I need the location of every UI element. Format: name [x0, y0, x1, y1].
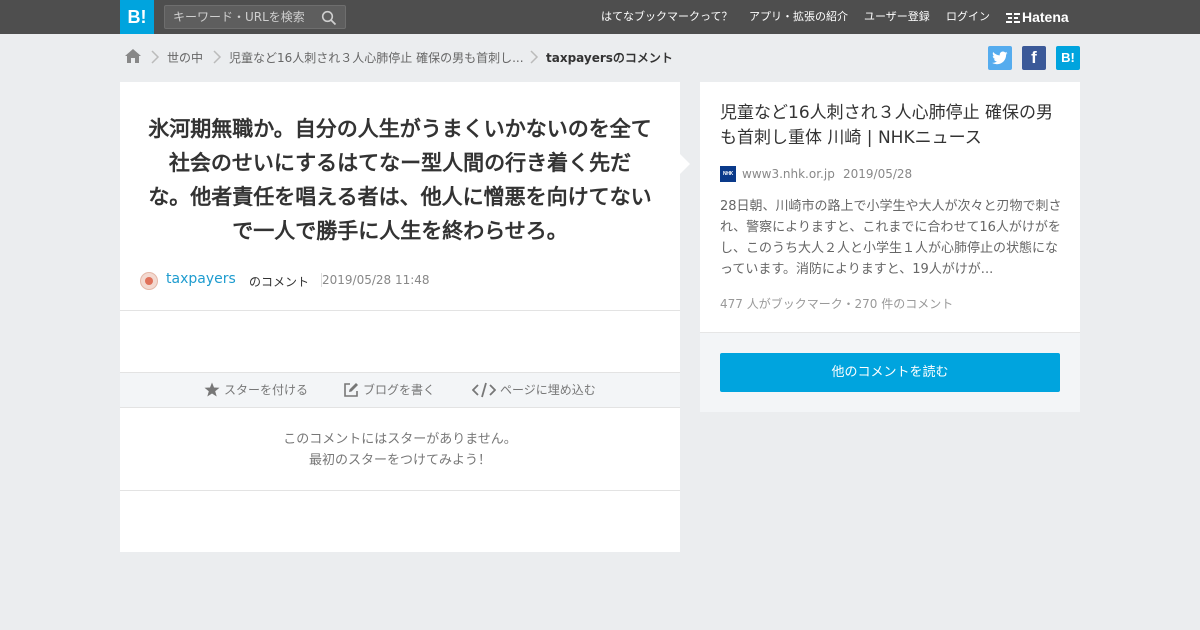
nav-about[interactable]: はてなブックマークって？ [601, 0, 732, 34]
nhk-favicon: NHK [720, 166, 736, 182]
comment-suffix: のコメント [249, 275, 310, 289]
search-icon[interactable] [321, 10, 337, 26]
read-other-comments-button[interactable]: 他のコメントを読む [720, 353, 1060, 392]
hatena-brand-link[interactable]: Hatena [1006, 0, 1069, 34]
star-icon [204, 382, 220, 397]
entry-card: 児童など16人刺され３人心肺停止 確保の男も首刺し重体 川崎 | NHKニュース… [700, 82, 1080, 412]
nav-apps[interactable]: アプリ・拡張の紹介 [749, 0, 848, 34]
code-icon [472, 382, 496, 398]
nav-login[interactable]: ログイン [946, 0, 990, 34]
embed-page-button[interactable]: ページに埋め込む [472, 381, 602, 399]
home-icon[interactable] [124, 47, 142, 65]
comment-text: 氷河期無職か。自分の人生がうまくいかないのを全て社会のせいにするはてなー型人間の… [148, 117, 652, 243]
chevron-right-icon [213, 50, 222, 64]
entry-summary: 28日朝、川崎市の路上で小学生や大人が次々と刃物で刺され、警察によりますと、これ… [720, 199, 1062, 277]
edit-icon [344, 383, 358, 397]
no-star-line2: 最初のスターをつけてみよう！ [308, 453, 491, 468]
hatena-mark-icon [1006, 13, 1020, 24]
hatena-bookmark-logo[interactable]: B! [120, 0, 154, 34]
comment-date[interactable]: 2019/05/28 11:48 [321, 273, 430, 287]
add-star-label: スターを付ける [224, 383, 309, 397]
embed-page-label: ページに埋め込む [500, 383, 596, 397]
no-star-line1: このコメントにはスターがありません。 [283, 432, 517, 447]
breadcrumb-category[interactable]: 世の中 [167, 49, 203, 66]
comment-action-bar: スターを付ける ブログを書く ページに埋め込む [120, 372, 680, 408]
comment-card: 氷河期無職か。自分の人生がうまくいかないのを全て社会のせいにするはてなー型人間の… [120, 82, 690, 552]
breadcrumb-entry[interactable]: 児童など16人刺され３人心肺停止 確保の男も首刺し... [229, 49, 524, 66]
chevron-right-icon [151, 50, 160, 64]
divider [120, 490, 680, 491]
hatena-brand-text: Hatena [1022, 9, 1069, 25]
avatar[interactable] [140, 272, 158, 290]
chevron-right-icon [530, 50, 539, 64]
entry-counts: 477 人がブックマーク・270 件のコメント [720, 297, 954, 311]
twitter-icon [992, 51, 1008, 65]
breadcrumb-current: taxpayersのコメント [546, 51, 673, 65]
comment-user-link[interactable]: taxpayers [166, 271, 236, 287]
add-star-button[interactable]: スターを付ける [204, 381, 314, 399]
search-box [164, 5, 346, 29]
nav-register[interactable]: ユーザー登録 [864, 0, 930, 34]
hatena-bookmark-share-button[interactable]: B! [1056, 46, 1080, 70]
entry-date: 2019/05/28 [843, 167, 913, 181]
write-blog-label: ブログを書く [363, 383, 436, 397]
twitter-share-button[interactable] [988, 46, 1012, 70]
entry-domain[interactable]: www3.nhk.or.jp [742, 167, 835, 181]
search-input[interactable] [165, 6, 315, 28]
divider [120, 310, 680, 311]
facebook-share-button[interactable]: f [1022, 46, 1046, 70]
no-star-message: このコメントにはスターがありません。 最初のスターをつけてみよう！ [120, 429, 680, 471]
write-blog-button[interactable]: ブログを書く [343, 381, 443, 399]
entry-title[interactable]: 児童など16人刺され３人心肺停止 確保の男も首刺し重体 川崎 | NHKニュース [720, 101, 1065, 151]
top-bar: B! はてなブックマークって？ アプリ・拡張の紹介 ユーザー登録 ログイン Ha… [0, 0, 1200, 34]
